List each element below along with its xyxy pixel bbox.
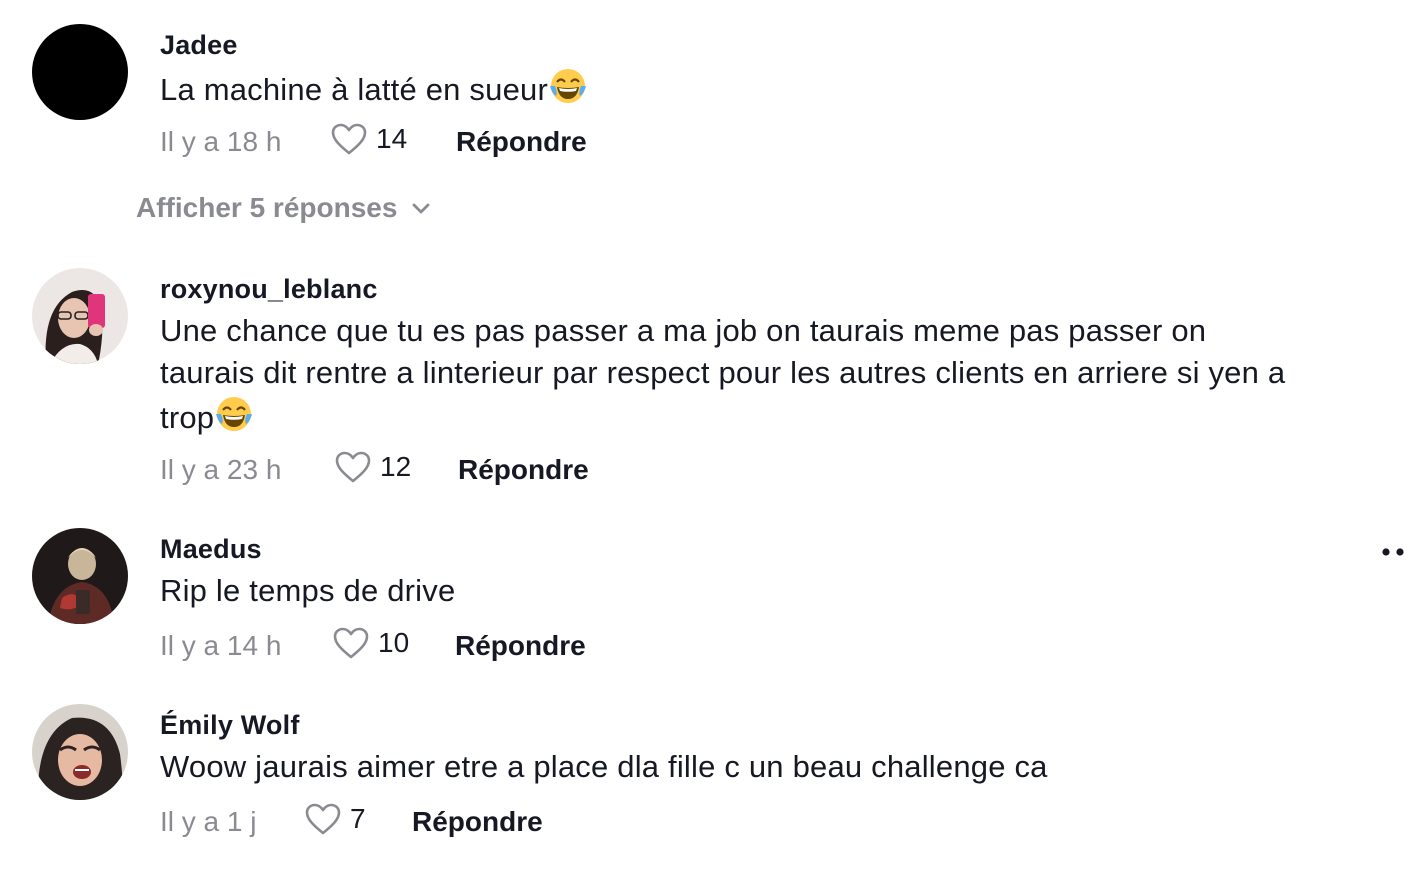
avatar[interactable] bbox=[32, 704, 128, 800]
comment-text-body: La machine à latté en sueur bbox=[160, 72, 548, 107]
heart-outline-icon bbox=[331, 123, 367, 155]
avatar[interactable] bbox=[32, 24, 128, 120]
comment-text: Woow jaurais aimer etre a place dla fill… bbox=[160, 749, 1048, 784]
reply-button[interactable]: Répondre bbox=[456, 126, 587, 158]
like-count: 7 bbox=[350, 803, 366, 834]
chevron-down-icon bbox=[413, 203, 430, 214]
comment-username[interactable]: Jadee bbox=[160, 30, 238, 61]
like-count: 10 bbox=[378, 627, 410, 658]
avatar[interactable] bbox=[32, 528, 128, 624]
like-count: 12 bbox=[380, 451, 412, 482]
heart-outline-icon bbox=[335, 451, 371, 483]
laughing-emoji-icon bbox=[214, 394, 254, 445]
heart-outline-icon bbox=[333, 627, 369, 659]
comment-text: Une chance que tu es pas passer a ma job… bbox=[160, 310, 1360, 445]
comment-text-line-last: trop bbox=[160, 394, 1360, 445]
comment-time: Il y a 1 j bbox=[160, 806, 257, 837]
reply-button[interactable]: Répondre bbox=[455, 630, 586, 662]
laughing-emoji-icon bbox=[548, 66, 588, 117]
comment-time: Il y a 18 h bbox=[160, 126, 282, 157]
view-replies-label: Afficher 5 réponses bbox=[136, 192, 398, 223]
reply-button[interactable]: Répondre bbox=[412, 806, 543, 838]
comment-text: Rip le temps de drive bbox=[160, 573, 456, 608]
like-count: 14 bbox=[376, 123, 408, 154]
comment-time: Il y a 23 h bbox=[160, 454, 282, 485]
like-button[interactable]: 7 bbox=[304, 802, 366, 836]
comment-text-line: taurais dit rentre a linterieur par resp… bbox=[160, 355, 1286, 390]
heart-outline-icon bbox=[305, 803, 341, 835]
comment-text-line: Une chance que tu es pas passer a ma job… bbox=[160, 313, 1207, 348]
comment-text: La machine à latté en sueur bbox=[160, 66, 1360, 117]
view-replies-button[interactable]: Afficher 5 réponses bbox=[136, 192, 431, 224]
comment-username[interactable]: Émily Wolf bbox=[160, 710, 300, 741]
comment-time: Il y a 14 h bbox=[160, 630, 282, 661]
comment-text-end: trop bbox=[160, 400, 215, 435]
like-button[interactable]: 14 bbox=[330, 122, 407, 156]
comment-username[interactable]: Maedus bbox=[160, 534, 262, 565]
comment-username[interactable]: roxynou_leblanc bbox=[160, 274, 378, 305]
more-dots-icon[interactable] bbox=[1380, 545, 1404, 559]
like-button[interactable]: 10 bbox=[332, 626, 409, 660]
like-button[interactable]: 12 bbox=[334, 450, 411, 484]
avatar[interactable] bbox=[32, 268, 128, 364]
reply-button[interactable]: Répondre bbox=[458, 454, 589, 486]
